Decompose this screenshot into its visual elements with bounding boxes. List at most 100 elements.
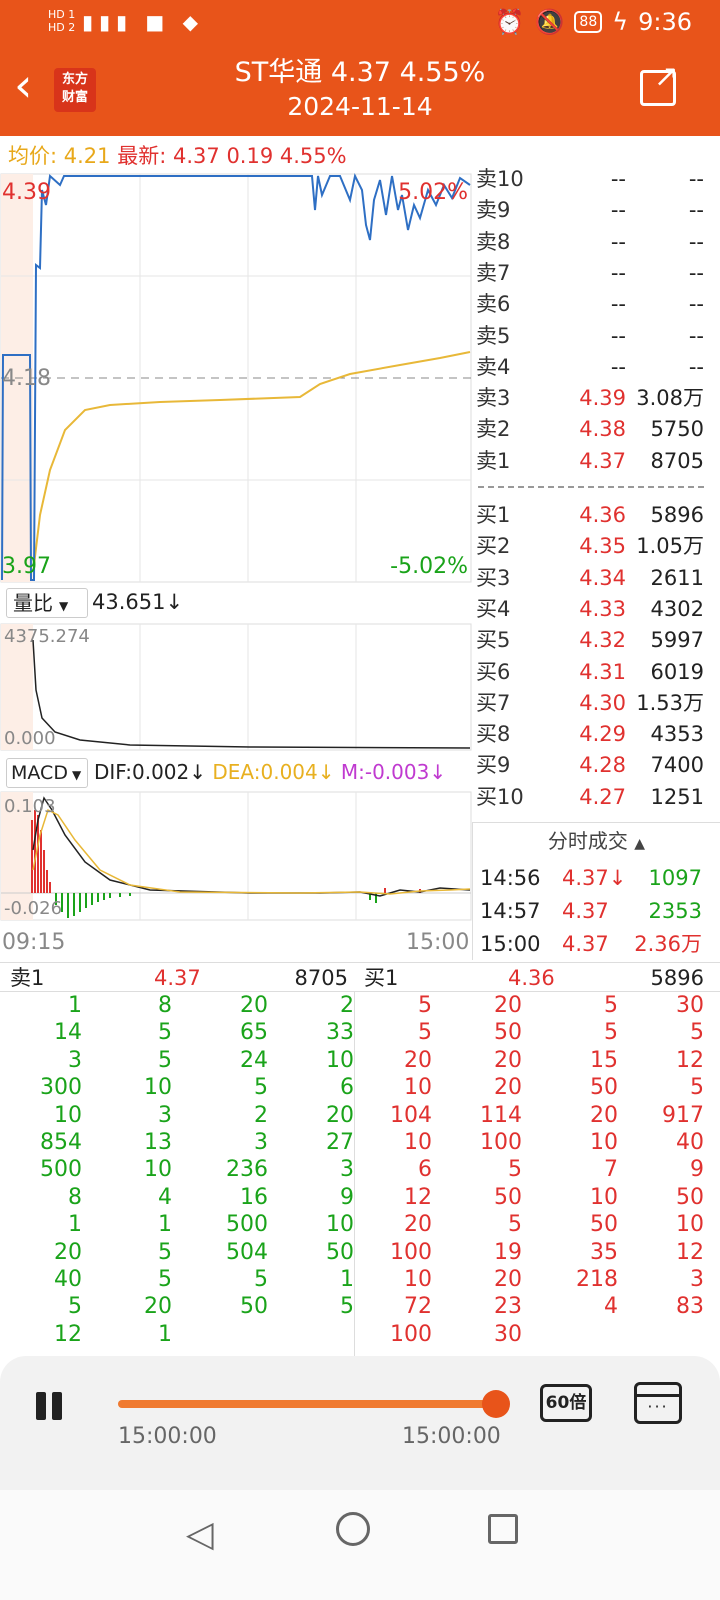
bid-queue-cell: 40 — [676, 1130, 704, 1155]
ask-queue-cell: 27 — [326, 1130, 354, 1155]
ask-price: -- — [610, 354, 626, 379]
ask-queue-cell: 16 — [240, 1184, 268, 1210]
bid-queue-cell: 12 — [404, 1184, 432, 1210]
bid-row: 买10 4.27 1251 — [476, 782, 704, 813]
bid-row: 买1 4.36 5896 — [476, 500, 704, 531]
bid-queue-cell: 100 — [390, 1321, 432, 1347]
bid-queue-cell: 20 — [590, 1102, 618, 1128]
ask-queue-cell: 14 — [54, 1020, 82, 1046]
ask-queue-cell: 20 — [54, 1239, 82, 1265]
ask-queue-cell: 20 — [240, 993, 268, 1018]
bid-level: 买5 — [476, 628, 511, 653]
bid-queue-cell: 100 — [390, 1239, 432, 1265]
ask-row: 卖6 -- -- — [476, 289, 704, 320]
bid-queue-cell: 917 — [662, 1102, 704, 1128]
dif-value: DIF:0.002↓ — [94, 760, 207, 784]
nav-back-icon[interactable]: ◁ — [186, 1514, 214, 1555]
ask-queue-cell: 5 — [254, 1267, 268, 1292]
macd-indicator-select[interactable]: MACD ▼ — [6, 758, 88, 788]
ask-level: 卖8 — [476, 229, 511, 254]
progress-track[interactable] — [118, 1400, 496, 1408]
status-right: ⏰ 🔕 88 ϟ 9:36 — [495, 8, 692, 36]
ask-row: 卖7 -- -- — [476, 258, 704, 289]
ask-queue-cell: 5 — [158, 1267, 172, 1292]
clock: 9:36 — [638, 8, 692, 36]
bid-queue-cell: 10 — [590, 1130, 618, 1155]
latest-value: 4.37 — [172, 144, 220, 168]
bid-queue-cell: 5 — [604, 1020, 618, 1046]
ask-queue-cell: 8 — [158, 993, 172, 1018]
bid-queue-cell: 100 — [480, 1130, 522, 1155]
stock-title: ST华通 4.37 4.55% — [234, 57, 486, 88]
top-price-label: 4.39 — [2, 180, 51, 205]
ask-queue-cell: 10 — [326, 1047, 354, 1073]
ask-volume: -- — [688, 323, 704, 348]
speed-button[interactable]: 60倍 — [540, 1384, 592, 1422]
ask-volume: -- — [688, 354, 704, 379]
sim-indicator: HD 1 HD 2 — [48, 8, 76, 34]
app-notify-icon: ◆ — [182, 10, 205, 34]
bid-queue-cell: 20 — [494, 1267, 522, 1292]
calendar-icon[interactable]: ··· — [634, 1382, 682, 1424]
video-icon: ■ — [145, 10, 171, 34]
bid-row: 买2 4.35 1.05万 — [476, 531, 704, 562]
ask-queue-cell: 13 — [144, 1130, 172, 1155]
share-icon[interactable] — [640, 59, 679, 106]
queue-bid-label: 买1 — [364, 966, 399, 990]
tick-time: 15:00 — [480, 932, 541, 956]
bid-volume: 7400 — [650, 753, 704, 778]
queue-ask-label: 卖1 — [10, 966, 45, 990]
macd-values: DIF:0.002↓ DEA:0.004↓ M:-0.003↓ — [94, 760, 446, 784]
bid-price: 4.28 — [579, 753, 626, 778]
bid-queue-cell: 12 — [676, 1239, 704, 1265]
queue-ask-vol: 8705 — [294, 966, 348, 990]
pause-icon[interactable] — [36, 1392, 64, 1420]
bid-volume: 5896 — [650, 503, 704, 527]
bid-level: 买2 — [476, 534, 511, 559]
bid-queue-cell: 83 — [676, 1294, 704, 1320]
ask-queue-cell: 8 — [68, 1184, 82, 1210]
bottom-pct-label: -5.02% — [390, 554, 468, 579]
time-end-label: 15:00 — [406, 930, 470, 955]
bid-level: 买9 — [476, 753, 511, 778]
app-header: HD 1 HD 2 ▮▮▮ ■ ◆ ⏰ 🔕 88 ϟ 9:36 ‹ 东方 财富 … — [0, 0, 720, 136]
m-value: M:-0.003↓ — [340, 760, 447, 784]
nav-recents-icon[interactable] — [488, 1514, 518, 1544]
ask-price: 4.37 — [579, 448, 626, 473]
bid-queue-cell: 20 — [404, 1212, 432, 1238]
bid-price: 4.27 — [579, 784, 626, 809]
nav-home-icon[interactable] — [336, 1512, 370, 1546]
bid-queue-cell: 30 — [676, 993, 704, 1018]
progress-fill — [118, 1400, 496, 1408]
bid-queue-cell: 6 — [418, 1157, 432, 1183]
ask-queue-cell: 6 — [340, 1075, 354, 1101]
trade-date: 2024-11-14 — [287, 92, 433, 121]
dropdown-icon: ▼ — [71, 768, 82, 782]
ask-level: 卖6 — [476, 292, 511, 317]
ask-queue-cell: 854 — [40, 1130, 82, 1155]
dea-value: DEA:0.004↓ — [212, 760, 335, 784]
ask-price: -- — [610, 292, 626, 317]
bid-queue-cell: 15 — [590, 1047, 618, 1073]
ask-queue-cell: 33 — [326, 1020, 354, 1046]
ask-queue-cell: 2 — [340, 993, 354, 1018]
tick-panel-title[interactable]: 分时成交 ▲ — [473, 823, 720, 862]
ask-queue-cell: 4 — [158, 1184, 172, 1210]
bid-queue-cell: 50 — [494, 1020, 522, 1046]
ask-queue-cell: 10 — [326, 1212, 354, 1238]
ask-queue-cell: 20 — [326, 1102, 354, 1128]
ask-queue-cell: 5 — [68, 1294, 82, 1320]
volume-indicator-select[interactable]: 量比 ▼ — [6, 588, 88, 618]
progress-handle[interactable] — [482, 1390, 510, 1418]
bid-queue-cell: 10 — [404, 1130, 432, 1155]
bid-row: 买8 4.29 4353 — [476, 719, 704, 750]
end-time: 15:00:00 — [402, 1424, 501, 1449]
mid-price-label: 4.18 — [2, 366, 51, 391]
avg-label: 均价: — [8, 144, 58, 168]
tick-price: 4.37↓ — [562, 866, 627, 890]
bid-level: 买8 — [476, 722, 511, 747]
bid-level: 买10 — [476, 784, 524, 809]
volume-ratio-value: 43.651↓ — [92, 590, 184, 614]
bid-price: 4.32 — [579, 628, 626, 653]
bid-level: 买1 — [476, 503, 511, 527]
